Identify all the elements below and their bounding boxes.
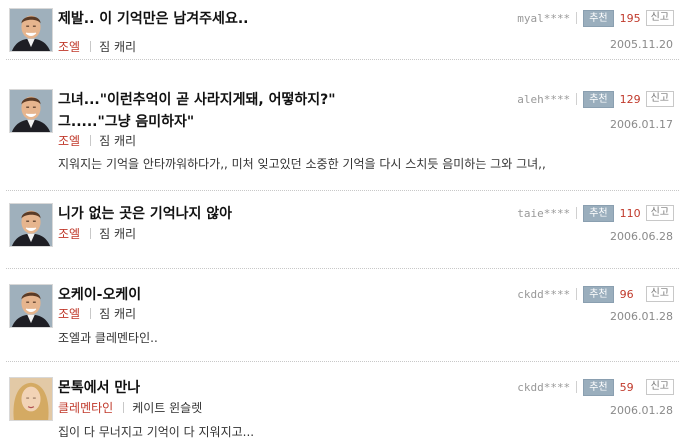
quote-meta: aleh**** 추천 129 신고 [517,89,674,109]
role-info: 조엘 짐 캐리 [58,305,136,323]
report-button[interactable]: 신고 [645,379,674,395]
writer-id[interactable]: myal**** [517,12,570,25]
quote-description: 지워지는 기억을 안타까워하다가,, 미처 잊고있던 소중한 기억을 다시 스치… [58,157,546,171]
divider [90,41,92,52]
actor-name[interactable]: 짐 캐리 [99,227,136,241]
actor-photo[interactable] [9,8,53,52]
item-divider [6,268,679,269]
actress-photo[interactable] [9,377,53,421]
actor-name[interactable]: 케이트 윈슬렛 [132,401,202,415]
divider [90,135,92,146]
report-button[interactable]: 신고 [645,205,674,221]
item-divider [6,190,679,191]
quote-text[interactable]: 오케이-오케이 [58,284,141,306]
recommend-button[interactable]: 추천 [583,378,614,396]
role-info: 조엘 짐 캐리 [58,38,136,56]
quote-description: 집이 다 무너지고 기억이 다 지워지고... [58,425,255,439]
recommend-button[interactable]: 추천 [583,9,614,27]
recommend-count: 195 [619,11,641,25]
quote-meta: myal**** 추천 195 신고 [517,8,674,28]
writer-id[interactable]: taie**** [517,207,570,220]
divider [576,207,578,219]
writer-id[interactable]: ckdd**** [517,381,570,394]
character-name[interactable]: 조엘 [58,227,80,241]
recommend-count: 110 [619,206,641,220]
divider [576,288,578,300]
divider [90,228,92,239]
role-info: 조엘 짐 캐리 [58,225,136,243]
recommend-button[interactable]: 추천 [583,90,614,108]
quote-text[interactable]: 제발.. 이 기억만은 남겨주세요.. [58,8,248,30]
actor-photo[interactable] [9,203,53,247]
item-divider [6,361,679,362]
actor-photo[interactable] [9,89,53,133]
quote-list: 제발.. 이 기억만은 남겨주세요.. 조엘 짐 캐리 myal**** 추천 195 신고… [0,0,685,446]
quote-description: 조엘과 클레멘타인.. [58,331,158,345]
recommend-button[interactable]: 추천 [583,204,614,222]
actor-name[interactable]: 짐 캐리 [99,40,136,54]
recommend-count: 59 [619,380,634,394]
actor-name[interactable]: 짐 캐리 [99,134,136,148]
post-date: 2006.06.28 [610,230,673,243]
report-button[interactable]: 신고 [645,91,674,107]
character-name[interactable]: 조엘 [58,307,80,321]
divider [576,12,578,24]
post-date: 2005.11.20 [610,38,673,51]
post-date: 2006.01.28 [610,404,673,417]
actor-photo[interactable] [9,284,53,328]
quote-text[interactable]: 그녀..."이런추억이 곧 사라지게돼, 어떻하지?" [58,89,336,111]
character-name[interactable]: 클레멘타인 [58,401,113,415]
quote-text[interactable]: 니가 없는 곳은 기억나지 않아 [58,203,232,225]
character-name[interactable]: 조엘 [58,134,80,148]
divider [576,381,578,393]
quote-meta: ckdd**** 추천 59 신고 [517,377,674,397]
report-button[interactable]: 신고 [645,286,674,302]
divider [123,402,125,413]
post-date: 2006.01.28 [610,310,673,323]
recommend-count: 96 [619,287,634,301]
role-info: 조엘 짐 캐리 [58,132,136,150]
quote-text[interactable]: 그....."그냥 음미하자" [58,111,194,133]
quote-meta: ckdd**** 추천 96 신고 [517,284,674,304]
divider [90,308,92,319]
quote-meta: taie**** 추천 110 신고 [517,203,674,223]
recommend-button[interactable]: 추천 [583,285,614,303]
quote-text[interactable]: 몬톡에서 만나 [58,377,140,399]
character-name[interactable]: 조엘 [58,40,80,54]
actor-name[interactable]: 짐 캐리 [99,307,136,321]
writer-id[interactable]: ckdd**** [517,288,570,301]
writer-id[interactable]: aleh**** [517,93,570,106]
role-info: 클레멘타인 케이트 윈슬렛 [58,399,202,417]
post-date: 2006.01.17 [610,118,673,131]
recommend-count: 129 [619,92,641,106]
item-divider [6,59,679,60]
divider [576,93,578,105]
report-button[interactable]: 신고 [645,10,674,26]
